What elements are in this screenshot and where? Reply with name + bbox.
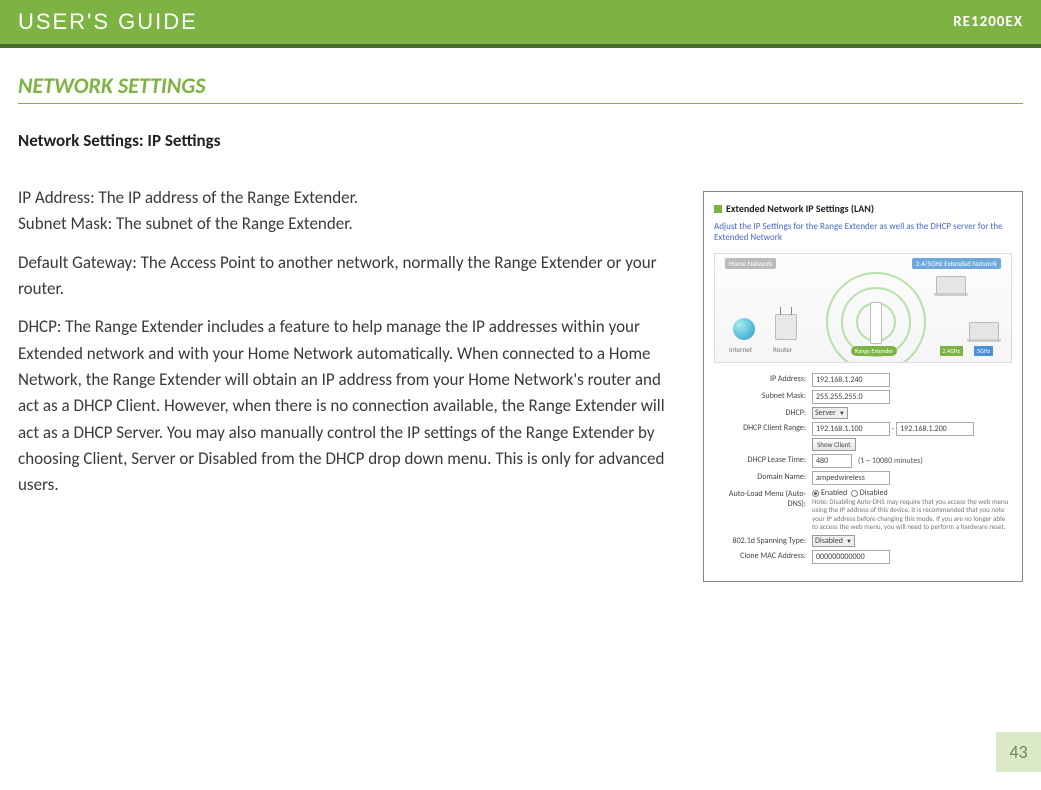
panel-marker-icon bbox=[714, 205, 722, 213]
subnet-input[interactable]: 255.255.255.0 bbox=[812, 390, 890, 404]
extender-icon bbox=[870, 302, 882, 344]
diagram-label-internet: Internet bbox=[729, 345, 752, 354]
body-layout: IP Address: The IP address of the Range … bbox=[18, 185, 1023, 582]
paragraph-ip-subnet: IP Address: The IP address of the Range … bbox=[18, 185, 683, 238]
autodns-enabled-radio[interactable] bbox=[812, 490, 819, 497]
laptop-icon bbox=[936, 276, 966, 294]
row-domain: Domain Name: ampedwireless bbox=[714, 471, 1012, 485]
autodns-disabled-radio[interactable] bbox=[851, 490, 858, 497]
range-start-input[interactable]: 192.168.1.100 bbox=[812, 422, 890, 436]
ip-input[interactable]: 192.168.1.240 bbox=[812, 373, 890, 387]
row-spanning: 802.1d Spanning Type: Disabled bbox=[714, 535, 1012, 547]
content-area: NETWORK SETTINGS Network Settings: IP Se… bbox=[0, 48, 1041, 582]
header-model: RE1200EX bbox=[953, 13, 1023, 31]
row-dhcp-range: DHCP Client Range: 192.168.1.100 - 192.1… bbox=[714, 422, 1012, 451]
domain-label: Domain Name: bbox=[714, 471, 812, 482]
range-label: DHCP Client Range: bbox=[714, 422, 812, 433]
body-text: IP Address: The IP address of the Range … bbox=[18, 185, 683, 582]
extended-network-tag: 2.4/5GHz Extended Network bbox=[912, 258, 1001, 269]
laptop-icon bbox=[969, 322, 999, 340]
range-end-input[interactable]: 192.168.1.200 bbox=[896, 422, 974, 436]
mac-label: Clone MAC Address: bbox=[714, 550, 812, 561]
panel-title: Extended Network IP Settings (LAN) bbox=[726, 202, 874, 215]
router-icon bbox=[775, 314, 797, 340]
section-title: NETWORK SETTINGS bbox=[18, 72, 1023, 104]
subnet-desc: Subnet Mask: The subnet of the Range Ext… bbox=[18, 213, 353, 234]
row-subnet: Subnet Mask: 255.255.255.0 bbox=[714, 390, 1012, 404]
mac-input[interactable]: 000000000000 bbox=[812, 550, 890, 564]
page-header: USER'S GUIDE RE1200EX bbox=[0, 0, 1041, 48]
header-title: USER'S GUIDE bbox=[18, 9, 198, 35]
network-diagram: Home Network 2.4/5GHz Extended Network 2… bbox=[714, 253, 1012, 363]
autodns-label: Auto-Load Menu (Auto-DNS): bbox=[714, 488, 812, 509]
subsection-title: Network Settings: IP Settings bbox=[18, 130, 1023, 151]
diagram-label-extender: Range Extender bbox=[851, 346, 897, 356]
page-number: 43 bbox=[996, 732, 1041, 772]
diagram-label-router: Router bbox=[773, 345, 792, 354]
row-autodns: Auto-Load Menu (Auto-DNS): Enabled Disab… bbox=[714, 488, 1012, 532]
dhcp-select[interactable]: Server bbox=[812, 407, 848, 419]
ip-address-desc: IP Address: The IP address of the Range … bbox=[18, 187, 358, 208]
paragraph-gateway: Default Gateway: The Access Point to ano… bbox=[18, 250, 683, 303]
settings-panel: Extended Network IP Settings (LAN) Adjus… bbox=[703, 191, 1023, 582]
subnet-label: Subnet Mask: bbox=[714, 390, 812, 401]
row-lease: DHCP Lease Time: 480 (1 ~ 10080 minutes) bbox=[714, 454, 1012, 468]
spanning-select[interactable]: Disabled bbox=[812, 535, 855, 547]
home-network-tag: Home Network bbox=[725, 258, 776, 269]
ip-label: IP Address: bbox=[714, 373, 812, 384]
lease-label: DHCP Lease Time: bbox=[714, 454, 812, 465]
lease-hint: (1 ~ 10080 minutes) bbox=[858, 456, 923, 466]
domain-input[interactable]: ampedwireless bbox=[812, 471, 890, 485]
panel-header: Extended Network IP Settings (LAN) bbox=[714, 202, 1012, 215]
dhcp-label: DHCP: bbox=[714, 407, 812, 418]
panel-subtitle: Adjust the IP Settings for the Range Ext… bbox=[714, 221, 1012, 243]
lease-input[interactable]: 480 bbox=[812, 454, 852, 468]
badge-24ghz: 2.4GHz bbox=[940, 346, 964, 356]
internet-icon bbox=[733, 318, 755, 340]
autodns-note: Note: Disabling Auto-DNS may require tha… bbox=[812, 498, 1012, 532]
badge-5ghz: 5GHz bbox=[974, 346, 993, 356]
paragraph-dhcp: DHCP: The Range Extender includes a feat… bbox=[18, 314, 683, 498]
row-dhcp: DHCP: Server bbox=[714, 407, 1012, 419]
show-client-button[interactable]: Show Client bbox=[812, 438, 856, 451]
row-ip: IP Address: 192.168.1.240 bbox=[714, 373, 1012, 387]
spanning-label: 802.1d Spanning Type: bbox=[714, 535, 812, 546]
row-mac: Clone MAC Address: 000000000000 bbox=[714, 550, 1012, 564]
